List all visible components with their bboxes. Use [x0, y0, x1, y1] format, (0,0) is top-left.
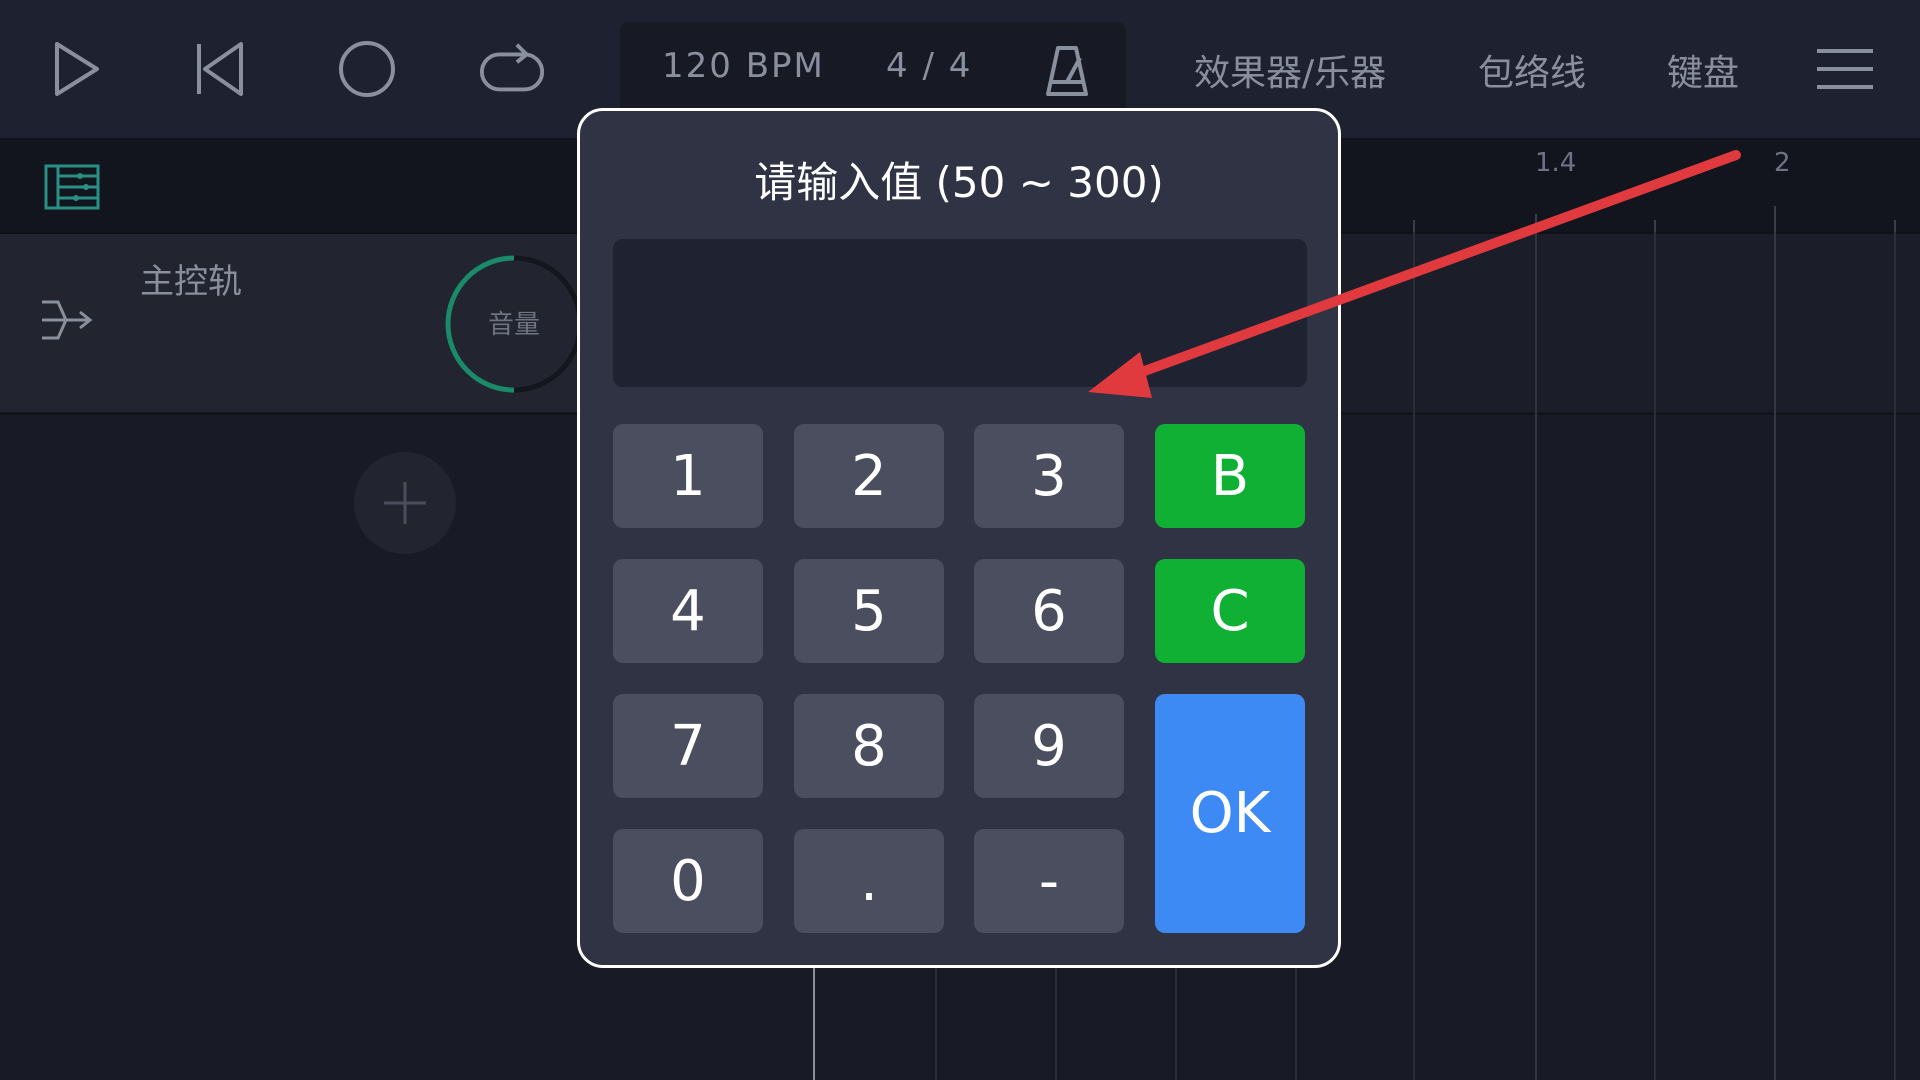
key-8[interactable]: 8 [794, 694, 944, 798]
playhead[interactable] [813, 960, 815, 1080]
key-0[interactable]: 0 [613, 829, 763, 933]
ruler-tick [1894, 220, 1896, 232]
ruler-tick [1413, 220, 1415, 232]
key-9[interactable]: 9 [974, 694, 1124, 798]
key-minus[interactable]: - [974, 829, 1124, 933]
time-signature[interactable]: 4 / 4 [886, 46, 972, 86]
value-input-dialog: 请输入值 (50 ~ 300) 1 2 3 B 4 5 6 C 7 8 9 OK… [577, 108, 1341, 968]
key-3[interactable]: 3 [974, 424, 1124, 528]
ruler-tick [1654, 220, 1656, 232]
key-6[interactable]: 6 [974, 559, 1124, 663]
key-7[interactable]: 7 [613, 694, 763, 798]
menu-effects-instruments[interactable]: 效果器/乐器 [1194, 44, 1386, 96]
grid-line [1774, 232, 1776, 1080]
track-name: 主控轨 [140, 262, 242, 302]
tempo-panel: 120 BPM 4 / 4 [620, 22, 1126, 118]
ruler-tick [1774, 206, 1776, 232]
menu-keyboard[interactable]: 键盘 [1667, 44, 1739, 96]
skip-to-start-icon[interactable] [184, 34, 254, 104]
ruler-label-2: 2 [1774, 148, 1791, 178]
key-b[interactable]: B [1155, 424, 1305, 528]
dialog-title: 请输入值 (50 ~ 300) [754, 158, 1164, 207]
key-1[interactable]: 1 [613, 424, 763, 528]
key-c[interactable]: C [1155, 559, 1305, 663]
grid-line [1295, 960, 1297, 1080]
ok-button[interactable]: OK [1155, 694, 1305, 933]
key-2[interactable]: 2 [794, 424, 944, 528]
grid-line [1413, 232, 1415, 1080]
plus-icon [384, 482, 426, 524]
mixer-icon[interactable] [44, 164, 100, 214]
menu-icon[interactable] [1810, 34, 1880, 104]
grid-line [1654, 232, 1656, 1080]
metronome-icon[interactable] [1044, 44, 1090, 102]
volume-knob[interactable]: 音量 [444, 254, 584, 394]
ruler-tick [1535, 214, 1537, 232]
loop-icon[interactable] [478, 34, 548, 104]
track-routing-icon [40, 298, 96, 346]
key-5[interactable]: 5 [794, 559, 944, 663]
grid-line [1535, 232, 1537, 1080]
master-track-header[interactable]: 主控轨 音量 [0, 234, 583, 415]
master-track-lane[interactable] [1340, 234, 1920, 415]
grid-line [1894, 232, 1896, 1080]
volume-knob-label: 音量 [487, 310, 540, 340]
grid-line [1175, 960, 1177, 1080]
ruler-label-1-4: 1.4 [1535, 148, 1577, 178]
key-4[interactable]: 4 [613, 559, 763, 663]
key-decimal[interactable]: . [794, 829, 944, 933]
grid-line [935, 960, 937, 1080]
menu-envelope[interactable]: 包络线 [1478, 44, 1586, 96]
grid-line [1055, 960, 1057, 1080]
tempo-value[interactable]: 120 BPM [662, 46, 825, 86]
play-icon[interactable] [40, 34, 110, 104]
record-icon[interactable] [332, 34, 402, 104]
add-track-button[interactable] [354, 452, 456, 554]
value-display-field[interactable] [613, 239, 1307, 387]
